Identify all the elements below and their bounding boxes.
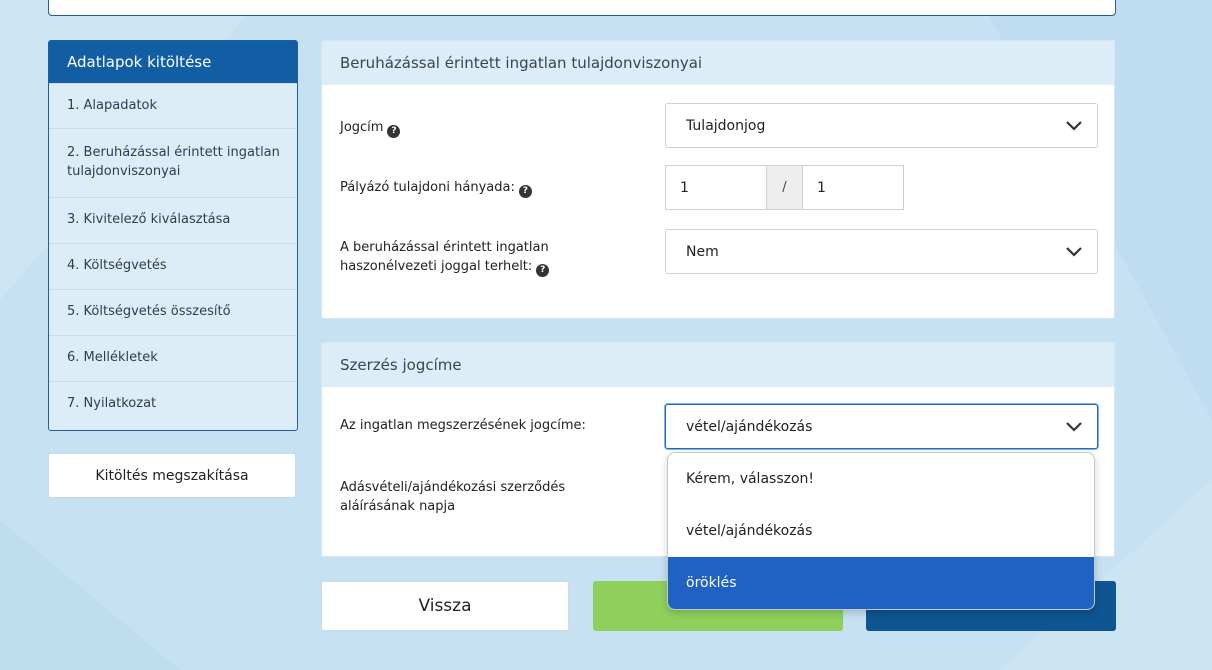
dropdown-option-inheritance[interactable]: öröklés: [668, 557, 1094, 609]
dropdown-option-placeholder[interactable]: Kérem, válasszon!: [668, 453, 1094, 505]
share-separator: /: [767, 165, 802, 210]
ownership-panel: Beruházással érintett ingatlan tulajdonv…: [321, 40, 1115, 319]
share-numerator-input[interactable]: 1: [665, 165, 767, 210]
sidebar-item-koltsegvetes-osszesito[interactable]: 5. Költségvetés összesítő: [49, 289, 297, 335]
jogcim-label: Jogcím?: [340, 119, 401, 139]
contract-date-label: Adásvételi/ajándékozási szerződés aláírá…: [340, 480, 566, 514]
usufruct-label: A beruházással érintett ingatlan haszoné…: [340, 239, 610, 277]
share-label: Pályázó tulajdoni hányada:?: [340, 179, 532, 199]
sidebar-nav: Adatlapok kitöltése 1. Alapadatok 2. Ber…: [48, 40, 298, 431]
question-circle-icon[interactable]: ?: [536, 263, 550, 277]
acquisition-method-select[interactable]: vétel/ajándékozás: [665, 404, 1098, 449]
top-panel: [48, 0, 1116, 16]
usufruct-value: Nem: [686, 243, 719, 260]
abort-button[interactable]: Kitöltés megszakítása: [48, 453, 296, 498]
sidebar-item-alapadatok[interactable]: 1. Alapadatok: [49, 83, 297, 128]
sidebar-item-nyilatkozat[interactable]: 7. Nyilatkozat: [49, 381, 297, 427]
jogcim-label-text: Jogcím: [340, 120, 384, 135]
sidebar-item-mellekletek[interactable]: 6. Mellékletek: [49, 335, 297, 381]
acquisition-method-dropdown: Kérem, válasszon! vétel/ajándékozás örök…: [667, 452, 1095, 610]
sidebar-item-kivitelezo[interactable]: 3. Kivitelező kiválasztása: [49, 197, 297, 243]
chevron-down-icon: [1066, 120, 1082, 131]
ownership-panel-title: Beruházással érintett ingatlan tulajdonv…: [322, 41, 1114, 85]
chevron-down-icon: [1066, 421, 1082, 432]
acquisition-method-label: Az ingatlan megszerzésének jogcíme:: [340, 418, 586, 433]
chevron-down-icon: [1066, 246, 1082, 257]
share-label-text: Pályázó tulajdoni hányada:: [340, 180, 515, 195]
sidebar-item-koltsegvetes[interactable]: 4. Költségvetés: [49, 243, 297, 289]
question-circle-icon[interactable]: ?: [518, 185, 532, 199]
question-circle-icon[interactable]: ?: [387, 125, 401, 139]
acquisition-method-value: vétel/ajándékozás: [686, 418, 813, 435]
dropdown-option-purchase-gift[interactable]: vétel/ajándékozás: [668, 505, 1094, 557]
share-denominator-input[interactable]: 1: [802, 165, 904, 210]
jogcim-select[interactable]: Tulajdonjog: [665, 103, 1098, 148]
sidebar-title: Adatlapok kitöltése: [49, 41, 297, 83]
usufruct-label-text: A beruházással érintett ingatlan haszoné…: [340, 240, 549, 274]
acquisition-panel-title: Szerzés jogcíme: [322, 343, 1114, 387]
back-button[interactable]: Vissza: [321, 581, 569, 631]
usufruct-select[interactable]: Nem: [665, 229, 1098, 274]
sidebar-item-tulajdonviszonyok[interactable]: 2. Beruházással érintett ingatlan tulajd…: [49, 128, 297, 197]
jogcim-value: Tulajdonjog: [686, 117, 766, 134]
